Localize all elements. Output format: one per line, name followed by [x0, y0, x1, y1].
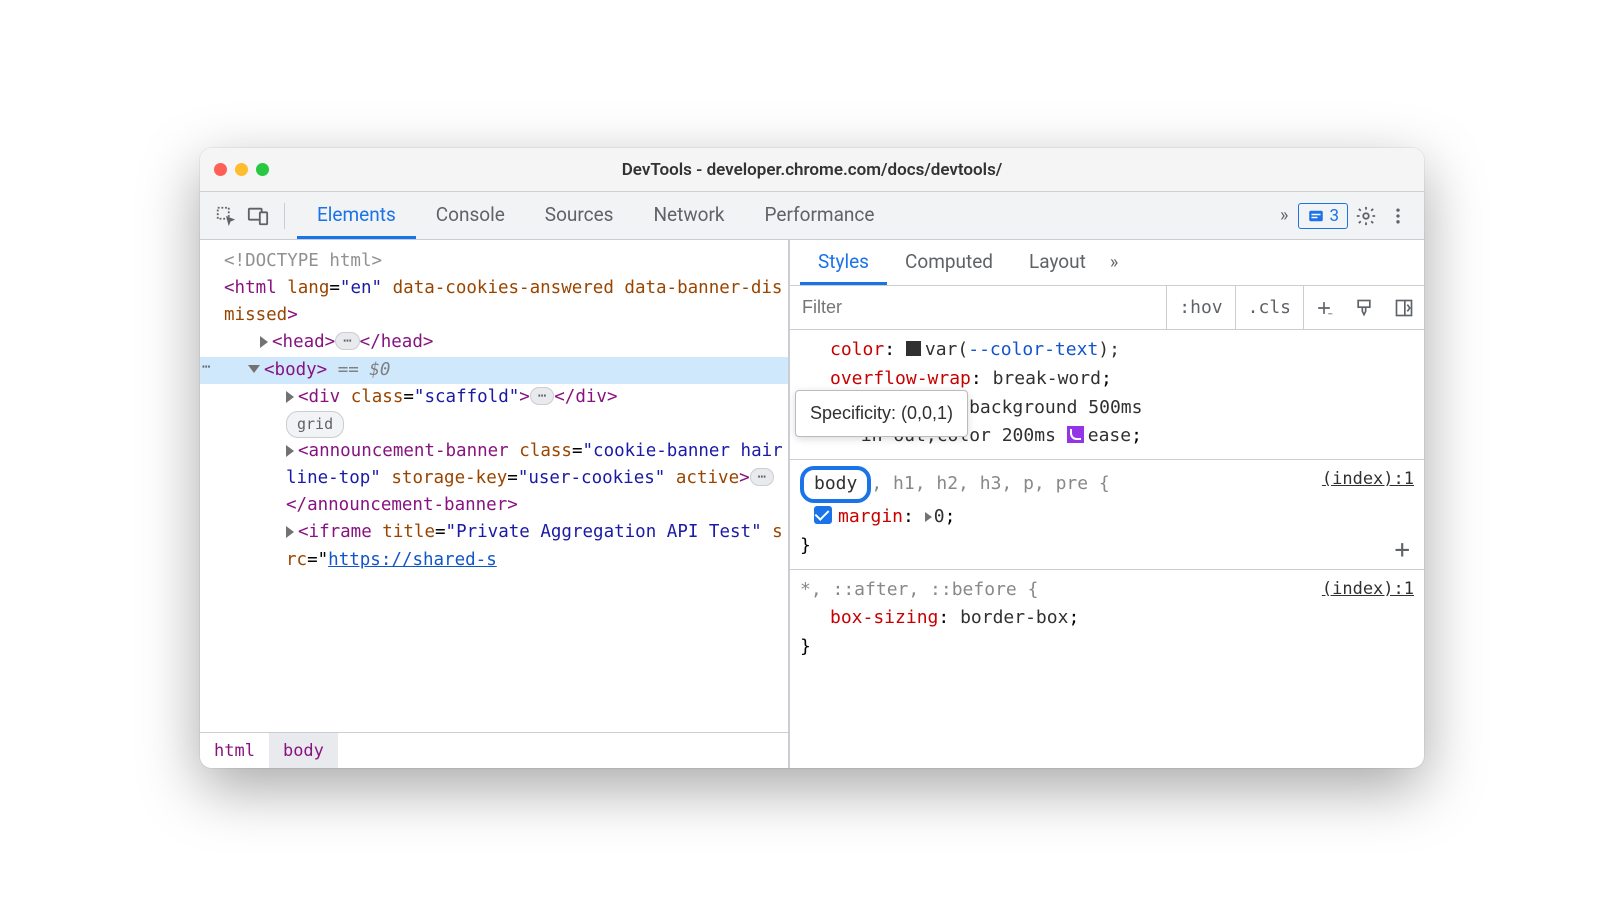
main-toolbar: Elements Console Sources Network Perform…	[200, 192, 1424, 240]
prop-enable-checkbox[interactable]	[814, 506, 832, 524]
dom-panel: <!DOCTYPE html> <html lang="en" data-coo…	[200, 240, 790, 768]
separator	[284, 203, 285, 229]
traffic-lights	[214, 163, 269, 176]
hov-toggle[interactable]: :hov	[1167, 286, 1235, 329]
breadcrumb: html body	[200, 732, 788, 768]
source-link[interactable]: (index):1	[1322, 576, 1414, 603]
tab-sources[interactable]: Sources	[525, 192, 634, 239]
computed-toggle-icon[interactable]	[1384, 286, 1424, 329]
cls-toggle[interactable]: .cls	[1236, 286, 1304, 329]
tab-performance[interactable]: Performance	[745, 192, 895, 239]
paint-brush-icon[interactable]	[1344, 286, 1384, 329]
inspect-element-icon[interactable]	[212, 202, 240, 230]
body-selector-highlight[interactable]: body	[800, 466, 871, 503]
kebab-menu-icon[interactable]	[1384, 202, 1412, 230]
rule-body-margin[interactable]: (index):1 body, h1, h2, h3, p, pre { mar…	[790, 460, 1424, 569]
zoom-window-button[interactable]	[256, 163, 269, 176]
div-scaffold[interactable]: <div class="scaffold">⋯</div>	[210, 384, 788, 411]
tab-console[interactable]: Console	[416, 192, 525, 239]
dom-tree[interactable]: <!DOCTYPE html> <html lang="en" data-coo…	[200, 240, 788, 732]
tab-network[interactable]: Network	[633, 192, 744, 239]
grid-badge[interactable]: grid	[210, 411, 788, 438]
styles-toolbar: :hov .cls	[790, 286, 1424, 330]
specificity-tooltip: Specificity: (0,0,1)	[795, 390, 968, 437]
source-link[interactable]: (index):1	[1322, 466, 1414, 493]
stab-computed[interactable]: Computed	[887, 240, 1011, 285]
devtools-window: DevTools - developer.chrome.com/docs/dev…	[200, 148, 1424, 768]
add-prop-icon[interactable]: +	[1394, 537, 1410, 563]
body-element-selected[interactable]: ⋯<body> == $0	[200, 357, 788, 384]
new-style-rule-icon[interactable]	[1304, 286, 1344, 329]
more-styles-tabs-icon[interactable]: »	[1104, 240, 1124, 285]
minimize-window-button[interactable]	[235, 163, 248, 176]
styles-panel: Styles Computed Layout » :hov .cls	[790, 240, 1424, 768]
crumb-body[interactable]: body	[269, 733, 338, 768]
css-rules: color: var(--color-text); overflow-wrap:…	[790, 330, 1424, 768]
easing-swatch-icon[interactable]	[1067, 426, 1084, 443]
close-window-button[interactable]	[214, 163, 227, 176]
settings-gear-icon[interactable]	[1352, 202, 1380, 230]
crumb-html[interactable]: html	[200, 733, 269, 768]
color-swatch-icon[interactable]	[906, 341, 921, 356]
stab-layout[interactable]: Layout	[1011, 240, 1104, 285]
head-element[interactable]: <head>⋯</head>	[210, 329, 788, 356]
issues-icon	[1307, 207, 1325, 225]
issues-badge[interactable]: 3	[1298, 203, 1348, 229]
panel-tabs: Elements Console Sources Network Perform…	[297, 192, 894, 239]
announcement-banner[interactable]: <announcement-banner class="cookie-banne…	[210, 438, 788, 519]
rule-universal[interactable]: (index):1 *, ::after, ::before { box-siz…	[790, 570, 1424, 670]
content: <!DOCTYPE html> <html lang="en" data-coo…	[200, 240, 1424, 768]
device-toolbar-icon[interactable]	[244, 202, 272, 230]
html-element[interactable]: <html lang="en" data-cookies-answered da…	[210, 275, 788, 329]
stab-styles[interactable]: Styles	[800, 240, 887, 285]
tab-elements[interactable]: Elements	[297, 192, 416, 239]
issues-count: 3	[1329, 206, 1339, 226]
window-title: DevTools - developer.chrome.com/docs/dev…	[200, 160, 1424, 180]
more-tabs-icon[interactable]: »	[1274, 205, 1294, 226]
titlebar: DevTools - developer.chrome.com/docs/dev…	[200, 148, 1424, 192]
styles-filter-input[interactable]	[790, 286, 1167, 329]
iframe-element[interactable]: <iframe title="Private Aggregation API T…	[210, 519, 788, 573]
styles-tabs: Styles Computed Layout »	[790, 240, 1424, 286]
doctype: <!DOCTYPE html>	[224, 251, 382, 271]
